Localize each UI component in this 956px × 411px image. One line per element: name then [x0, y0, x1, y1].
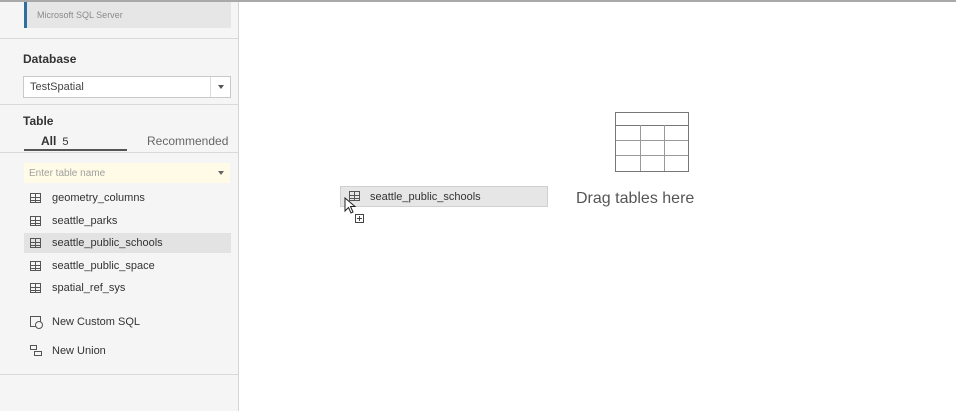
new-custom-sql-button[interactable]: New Custom SQL [24, 312, 231, 332]
database-value: TestSpatial [30, 81, 84, 93]
action-label: New Union [52, 345, 106, 357]
table-search-input[interactable] [24, 163, 210, 183]
database-select[interactable]: TestSpatial [23, 76, 231, 98]
active-tab-indicator [24, 149, 127, 151]
mouse-pointer-icon [344, 197, 357, 214]
custom-sql-icon [30, 316, 43, 329]
table-name: geometry_columns [52, 192, 145, 204]
table-icon [30, 283, 41, 293]
table-name: seattle_public_schools [52, 237, 163, 249]
join-canvas[interactable]: seattle_public_schools Drag tables here [240, 2, 956, 411]
new-union-button[interactable]: New Union [24, 341, 231, 361]
table-icon [30, 193, 41, 203]
table-list-item[interactable]: geometry_columns [24, 188, 231, 208]
table-list-item[interactable]: spatial_ref_sys [24, 278, 231, 298]
divider [0, 152, 239, 153]
table-placeholder-icon [615, 112, 689, 172]
table-icon [30, 238, 41, 248]
table-list-item[interactable]: seattle_parks [24, 211, 231, 231]
chevron-down-icon[interactable] [218, 171, 224, 175]
dropdown-arrow[interactable] [210, 77, 230, 97]
connection-item[interactable]: Microsoft SQL Server [24, 2, 231, 28]
tab-all-label: All [41, 134, 57, 148]
table-name: seattle_parks [52, 215, 118, 227]
database-heading: Database [23, 52, 77, 66]
table-heading: Table [23, 114, 54, 128]
union-icon [30, 345, 42, 357]
table-icon [30, 216, 41, 226]
drop-hint: Drag tables here [576, 190, 695, 207]
divider [0, 374, 239, 375]
table-name: spatial_ref_sys [52, 282, 126, 294]
tab-all[interactable]: All 5 [41, 134, 68, 148]
table-name: seattle_public_space [52, 260, 155, 272]
dragged-table-name: seattle_public_schools [370, 191, 481, 203]
chevron-down-icon [218, 85, 224, 89]
tab-all-count: 5 [62, 136, 69, 148]
divider [0, 38, 239, 39]
connection-type: Microsoft SQL Server [37, 10, 123, 20]
table-list-item[interactable]: seattle_public_space [24, 256, 231, 276]
table-list-item-selected[interactable]: seattle_public_schools [24, 233, 231, 253]
dragged-table[interactable]: seattle_public_schools [340, 186, 548, 207]
action-label: New Custom SQL [52, 316, 141, 328]
tab-recommended[interactable]: Recommended [147, 134, 228, 148]
divider [0, 104, 239, 105]
table-search [24, 163, 230, 183]
data-source-sidebar: Microsoft SQL Server Database TestSpatia… [0, 2, 239, 411]
table-icon [30, 261, 41, 271]
add-icon [355, 214, 364, 223]
